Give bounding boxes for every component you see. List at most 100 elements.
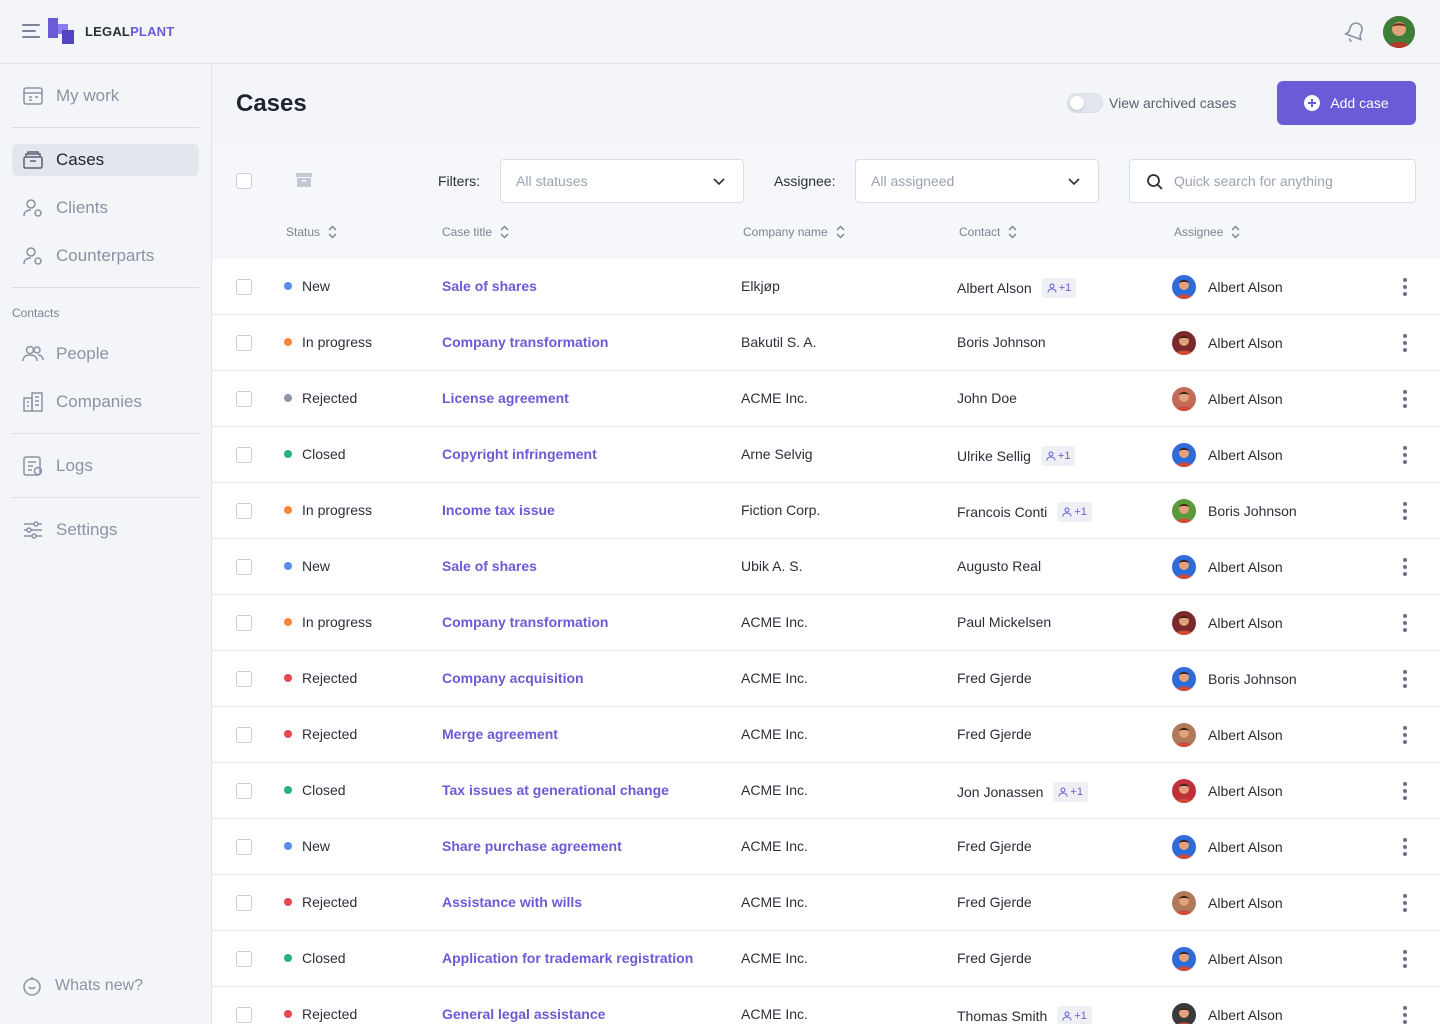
- row-checkbox[interactable]: [236, 783, 252, 799]
- additional-contacts-badge[interactable]: +1: [1040, 446, 1076, 466]
- row-checkbox[interactable]: [236, 951, 252, 967]
- more-options-icon[interactable]: [1403, 558, 1407, 576]
- sidebar-item-counterparts[interactable]: Counterparts: [12, 240, 199, 272]
- more-options-icon[interactable]: [1403, 446, 1407, 464]
- user-avatar[interactable]: [1383, 16, 1415, 48]
- contact-name: Augusto Real: [957, 558, 1042, 574]
- whats-new-link[interactable]: Whats new?: [22, 976, 143, 996]
- column-header-assignee[interactable]: Assignee: [1174, 225, 1240, 239]
- column-header-status[interactable]: Status: [286, 225, 337, 239]
- table-row[interactable]: New Sale of shares Elkjøp Albert Alson +…: [212, 259, 1440, 315]
- row-checkbox[interactable]: [236, 615, 252, 631]
- case-title-link[interactable]: Income tax issue: [442, 502, 555, 518]
- status-dot: [284, 730, 292, 738]
- more-options-icon[interactable]: [1403, 894, 1407, 912]
- case-title-link[interactable]: License agreement: [442, 390, 569, 406]
- row-checkbox[interactable]: [236, 839, 252, 855]
- more-options-icon[interactable]: [1403, 670, 1407, 688]
- table-row[interactable]: In progress Company transformation Bakut…: [212, 315, 1440, 371]
- table-row[interactable]: Rejected License agreement ACME Inc. Joh…: [212, 371, 1440, 427]
- more-options-icon[interactable]: [1403, 782, 1407, 800]
- row-checkbox[interactable]: [236, 503, 252, 519]
- table-row[interactable]: New Share purchase agreement ACME Inc. F…: [212, 819, 1440, 875]
- table-row[interactable]: Rejected Merge agreement ACME Inc. Fred …: [212, 707, 1440, 763]
- more-options-icon[interactable]: [1403, 1006, 1407, 1024]
- sidebar-item-companies[interactable]: Companies: [12, 386, 199, 418]
- case-title-link[interactable]: Copyright infringement: [442, 446, 597, 462]
- table-row[interactable]: Rejected General legal assistance ACME I…: [212, 987, 1440, 1024]
- case-title-link[interactable]: Assistance with wills: [442, 894, 582, 910]
- assignee-filter-select[interactable]: All assigneed: [855, 159, 1099, 203]
- sidebar-item-cases[interactable]: Cases: [12, 144, 199, 176]
- row-checkbox[interactable]: [236, 727, 252, 743]
- more-options-icon[interactable]: [1403, 390, 1407, 408]
- table-row[interactable]: In progress Company transformation ACME …: [212, 595, 1440, 651]
- more-options-icon[interactable]: [1403, 614, 1407, 632]
- sidebar-item-my-work[interactable]: My work: [12, 80, 199, 112]
- select-all-checkbox[interactable]: [236, 173, 252, 189]
- additional-contacts-badge[interactable]: +1: [1057, 1006, 1092, 1024]
- more-options-icon[interactable]: [1403, 838, 1407, 856]
- more-options-icon[interactable]: [1403, 278, 1407, 296]
- case-title-link[interactable]: Company acquisition: [442, 670, 584, 686]
- sidebar-item-label: People: [56, 344, 109, 363]
- more-options-icon[interactable]: [1403, 726, 1407, 744]
- table-row[interactable]: In progress Income tax issue Fiction Cor…: [212, 483, 1440, 539]
- case-title-link[interactable]: General legal assistance: [442, 1006, 605, 1022]
- assignee-cell: Albert Alson: [1172, 779, 1283, 803]
- row-checkbox[interactable]: [236, 279, 252, 295]
- row-checkbox[interactable]: [236, 1007, 252, 1023]
- table-row[interactable]: Rejected Company acquisition ACME Inc. F…: [212, 651, 1440, 707]
- status-label: New: [302, 558, 331, 574]
- column-header-company[interactable]: Company name: [743, 225, 845, 239]
- row-checkbox[interactable]: [236, 447, 252, 463]
- case-title-link[interactable]: Merge agreement: [442, 726, 558, 742]
- more-options-icon[interactable]: [1403, 334, 1407, 352]
- case-title-link[interactable]: Application for trademark registration: [442, 950, 693, 966]
- sidebar-item-people[interactable]: People: [12, 338, 199, 370]
- sidebar-item-logs[interactable]: Logs: [12, 450, 199, 482]
- avatar: [1172, 443, 1196, 467]
- add-case-label: Add case: [1330, 95, 1389, 111]
- case-title-link[interactable]: Sale of shares: [442, 558, 537, 574]
- assignee-name: Albert Alson: [1208, 895, 1283, 911]
- row-checkbox[interactable]: [236, 559, 252, 575]
- badge-count: +1: [1074, 1010, 1087, 1022]
- case-title-link[interactable]: Tax issues at generational change: [442, 782, 669, 798]
- table-row[interactable]: New Sale of shares Ubik A. S. Augusto Re…: [212, 539, 1440, 595]
- additional-contacts-badge[interactable]: +1: [1053, 782, 1088, 802]
- sidebar-item-settings[interactable]: Settings: [12, 514, 199, 546]
- additional-contacts-badge[interactable]: +1: [1041, 278, 1077, 298]
- table-row[interactable]: Closed Tax issues at generational change…: [212, 763, 1440, 819]
- more-options-icon[interactable]: [1403, 502, 1407, 520]
- case-title-link[interactable]: Company transformation: [442, 614, 608, 630]
- notification-bell-icon[interactable]: [1344, 20, 1366, 44]
- table-row[interactable]: Closed Application for trademark registr…: [212, 931, 1440, 987]
- column-header-label: Assignee: [1174, 225, 1224, 239]
- column-header-contact[interactable]: Contact: [959, 225, 1017, 239]
- archived-toggle[interactable]: [1067, 93, 1103, 113]
- row-checkbox[interactable]: [236, 895, 252, 911]
- menu-icon[interactable]: [22, 24, 40, 40]
- status-filter-select[interactable]: All statuses: [500, 159, 744, 203]
- column-header-case-title[interactable]: Case title: [442, 225, 509, 239]
- archive-icon[interactable]: [296, 173, 312, 187]
- assignee-cell: Albert Alson: [1172, 387, 1283, 411]
- more-options-icon[interactable]: [1403, 950, 1407, 968]
- contact-name: Thomas Smith: [957, 1008, 1048, 1024]
- case-title-link[interactable]: Share purchase agreement: [442, 838, 622, 854]
- case-title-link[interactable]: Sale of shares: [442, 278, 537, 294]
- row-checkbox[interactable]: [236, 335, 252, 351]
- table-row[interactable]: Rejected Assistance with wills ACME Inc.…: [212, 875, 1440, 931]
- table-row[interactable]: Closed Copyright infringement Arne Selvi…: [212, 427, 1440, 483]
- user-icon: [1047, 283, 1057, 293]
- row-checkbox[interactable]: [236, 671, 252, 687]
- additional-contacts-badge[interactable]: +1: [1057, 502, 1092, 522]
- add-case-button[interactable]: Add case: [1277, 81, 1416, 125]
- search-input[interactable]: Quick search for anything: [1129, 159, 1416, 203]
- user-icon: [1062, 507, 1072, 517]
- row-checkbox[interactable]: [236, 391, 252, 407]
- sidebar-item-clients[interactable]: Clients: [12, 192, 199, 224]
- case-title-link[interactable]: Company transformation: [442, 334, 608, 350]
- contact-cell: Fred Gjerde: [957, 670, 1032, 686]
